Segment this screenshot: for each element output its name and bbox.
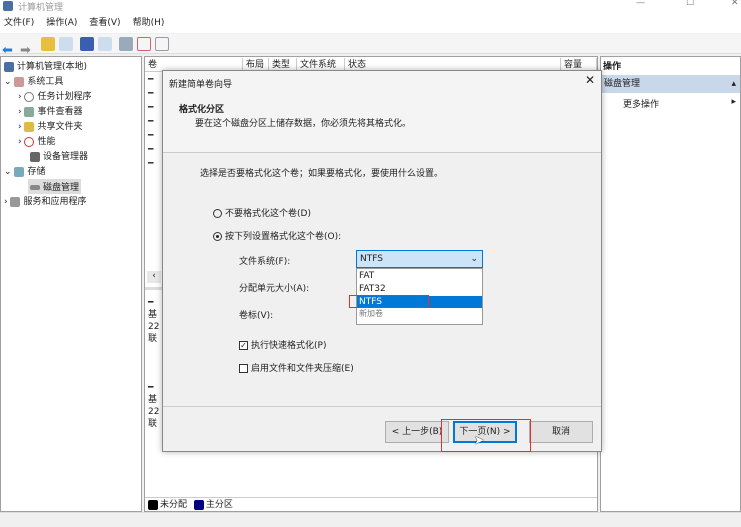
cancel-button[interactable]: 取消 [529,421,593,443]
computer-icon [4,61,14,72]
compression-checkbox[interactable]: 启用文件和文件夹压缩(E) [239,361,354,374]
title-bar: 计算机管理 — ☐ ✕ [0,0,741,14]
storage-icon [14,166,25,177]
action-pane-icon[interactable] [97,37,112,51]
option-fat32[interactable]: FAT32 [359,284,386,294]
highlight-box-next [441,419,531,452]
list-icon[interactable] [154,37,169,51]
collapse-icon: ▴ [731,79,736,89]
app-icon [3,1,13,11]
event-icon [24,106,35,117]
more-actions[interactable]: 更多操作 ▸ [623,97,740,110]
format-question: 选择是否要格式化这个卷；如果要格式化，要使用什么设置。 [200,169,444,179]
scroll-left-button[interactable]: ‹ [147,271,161,283]
radio-format[interactable]: 按下列设置格式化这个卷(O): [213,229,341,242]
volume-label-label: 卷标(V): [239,311,274,321]
filesystem-select[interactable]: NTFS ⌄ [356,250,483,268]
option-fat[interactable]: FAT [359,271,374,281]
legend: 未分配 主分区 [145,497,597,511]
actions-section-disk-management[interactable]: 磁盘管理 ▴ [601,75,740,93]
services-icon [10,196,21,207]
tree-services[interactable]: › 服务和应用程序 [4,194,86,207]
back-button[interactable]: < 上一步(B) [385,421,449,443]
actions-header: 操作 [603,62,622,72]
disk-1-info: ━ 基 22 联 [148,383,160,429]
volume-label-value[interactable]: 新加卷 [359,308,383,319]
primary-swatch [193,499,204,510]
show-hide-tree-icon[interactable] [58,37,73,51]
maximize-button[interactable]: ☐ [686,0,694,8]
clock-icon [24,91,35,102]
tree-disk-management[interactable]: 磁盘管理 [28,179,82,194]
up-folder-icon[interactable] [40,37,55,51]
toolbar: ⬅ ➡ [0,34,741,57]
tree-performance[interactable]: › 性能 [18,134,55,147]
help-icon[interactable] [79,37,94,51]
wizard-header: 新建简单卷向导 ✕ 格式化分区 要在这个磁盘分区上储存数据，你必须先将其格式化。 [163,71,601,153]
divider [163,406,601,407]
unallocated-swatch [148,499,158,510]
wizard-subheading: 要在这个磁盘分区上储存数据，你必须先将其格式化。 [195,119,412,129]
status-bar [0,512,741,527]
tools-icon [14,76,25,87]
radio-no-format[interactable]: 不要格式化这个卷(D) [213,206,311,219]
dialog-title: 新建简单卷向导 [169,80,233,90]
volume-rows: ━ ━ ━ ━ ━ ━ ━ [148,75,154,169]
menu-view[interactable]: 查看(V) [89,18,120,28]
disk-0-info: ━ 基 22 联 [148,298,160,344]
check-icon[interactable] [136,37,151,51]
new-simple-volume-wizard: 新建简单卷向导 ✕ 格式化分区 要在这个磁盘分区上储存数据，你必须先将其格式化。… [162,70,602,452]
tree-root[interactable]: 计算机管理(本地) [4,59,87,72]
highlight-box-ntfs [349,295,429,308]
tree-device-manager[interactable]: 设备管理器 [30,149,88,162]
tree-event-viewer[interactable]: › 事件查看器 [18,104,82,117]
chevron-down-icon: ⌄ [470,254,478,264]
tree-task-scheduler[interactable]: › 任务计划程序 [18,89,91,102]
shared-folder-icon [24,121,35,132]
disk-icon [30,185,40,190]
close-window-button[interactable]: ✕ [731,0,739,8]
menu-file[interactable]: 文件(F) [4,18,34,28]
allocation-size-label: 分配单元大小(A): [239,284,310,294]
menu-action[interactable]: 操作(A) [46,18,77,28]
navigation-tree: 计算机管理(本地) ⌄ 系统工具 › 任务计划程序 › 事件查看器 › 共享文件… [0,56,142,512]
connect-icon[interactable] [118,37,133,51]
mouse-cursor-icon: ➤ [474,433,485,447]
device-icon [30,151,40,162]
menu-help[interactable]: 帮助(H) [133,18,165,28]
window-title: 计算机管理 [18,3,64,13]
tree-storage[interactable]: ⌄ 存储 [4,164,45,177]
submenu-arrow-icon: ▸ [731,97,736,107]
quick-format-checkbox[interactable]: ✓ 执行快速格式化(P) [239,338,326,351]
performance-icon [24,136,35,147]
menu-bar: 文件(F) 操作(A) 查看(V) 帮助(H) [0,14,741,33]
actions-pane: 操作 磁盘管理 ▴ 更多操作 ▸ [600,56,741,512]
tree-shared-folders[interactable]: › 共享文件夹 [18,119,82,132]
minimize-button[interactable]: — [636,0,645,8]
wizard-heading: 格式化分区 [179,105,225,115]
tree-system-tools[interactable]: ⌄ 系统工具 [4,74,63,87]
filesystem-label: 文件系统(F): [239,257,291,267]
dialog-close-button[interactable]: ✕ [585,73,595,87]
